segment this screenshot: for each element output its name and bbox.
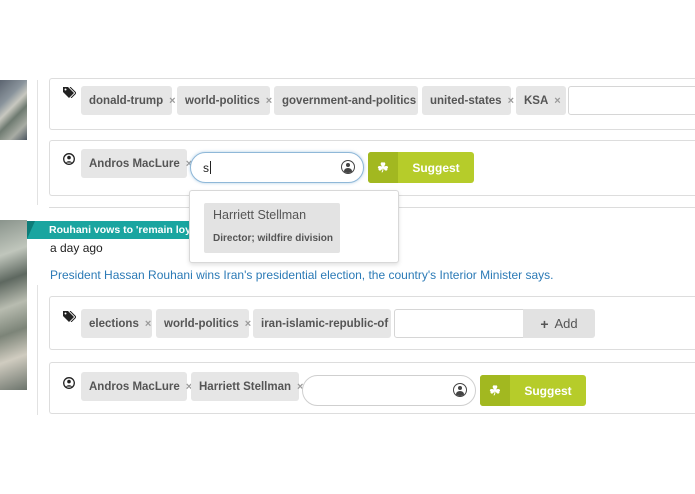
remove-tag-icon[interactable]: × <box>554 95 560 107</box>
option-role: Director; wildfire division <box>213 233 334 244</box>
divider <box>37 285 38 415</box>
suggest-label: Suggest <box>412 160 460 175</box>
text-caret <box>210 161 211 174</box>
suggest-button[interactable]: ☘ Suggest <box>368 152 474 183</box>
tag-icon <box>63 310 77 325</box>
tag-label: donald-trump <box>89 94 164 107</box>
person-autocomplete-dropdown: Harriett Stellman Director; wildfire div… <box>189 190 399 263</box>
suggest-label: Suggest <box>524 383 572 398</box>
tag-chip: world-politics × <box>156 309 251 338</box>
tag-label: iran-islamic-republic-of <box>261 317 389 330</box>
add-tag-button[interactable]: + Add <box>523 309 595 338</box>
tags-row: donald-trump × world-politics × governme… <box>49 78 695 130</box>
option-name: Harriett Stellman <box>213 208 307 222</box>
story-headline: Rouhani vows to 'remain loyal' <box>49 224 189 236</box>
tag-input[interactable] <box>568 86 695 115</box>
people-group-icon: ☘ <box>368 152 398 183</box>
person-search-value: s <box>203 160 209 175</box>
remove-tag-icon[interactable]: × <box>266 95 272 107</box>
plus-icon: + <box>540 315 549 332</box>
tag-label: world-politics <box>164 317 239 330</box>
tag-chip: world-politics × <box>177 86 272 115</box>
tag-label: world-politics <box>185 94 260 107</box>
person-label: Andros MacLure <box>89 157 180 170</box>
person-chip: Andros MacLure × <box>81 149 192 178</box>
divider <box>37 80 38 205</box>
tag-label: government-and-politics <box>282 94 417 107</box>
remove-tag-icon[interactable]: × <box>508 95 514 107</box>
tag-chip: iran-islamic-republic-of × <box>253 309 401 338</box>
remove-tag-icon[interactable]: × <box>169 95 175 107</box>
user-icon <box>453 383 467 397</box>
tag-label: united-states <box>430 94 502 107</box>
person-search-input[interactable] <box>302 375 476 406</box>
people-row: Andros MacLure × s ☘ Suggest <box>49 140 695 196</box>
people-row: Andros MacLure × Harriett Stellman × ☘ S… <box>49 362 695 414</box>
tag-chip: united-states × <box>422 86 514 115</box>
tag-chip: KSA × <box>516 86 566 115</box>
user-icon <box>63 377 75 392</box>
tags-row: elections × world-politics × iran-islami… <box>49 296 695 350</box>
story-time-ago: a day ago <box>50 241 103 255</box>
story-summary-link[interactable]: President Hassan Rouhani wins Iran's pre… <box>50 268 553 282</box>
person-chip: Andros MacLure × <box>81 372 192 401</box>
user-icon <box>341 160 355 174</box>
remove-tag-icon[interactable]: × <box>145 318 151 330</box>
tag-label: KSA <box>524 94 549 107</box>
person-search-input[interactable]: s <box>190 152 364 183</box>
suggest-button[interactable]: ☘ Suggest <box>480 375 586 406</box>
add-label: Add <box>554 316 578 331</box>
user-icon <box>63 153 75 168</box>
person-label: Andros MacLure <box>89 380 180 393</box>
story-headline-ribbon[interactable]: Rouhani vows to 'remain loyal' <box>27 221 189 239</box>
tag-icon <box>63 86 77 101</box>
tag-chip: elections × <box>81 309 152 338</box>
tag-input[interactable] <box>394 309 524 338</box>
story-thumbnail-image[interactable] <box>0 220 27 390</box>
remove-tag-icon[interactable]: × <box>245 318 251 330</box>
tag-chip: government-and-politics × <box>274 86 429 115</box>
story-thumbnail-image[interactable] <box>0 80 27 140</box>
person-chip: Harriett Stellman × <box>191 372 303 401</box>
people-group-icon: ☘ <box>480 375 510 406</box>
autocomplete-option[interactable]: Harriett Stellman Director; wildfire div… <box>204 203 340 253</box>
tag-label: elections <box>89 317 139 330</box>
page: donald-trump × world-politics × governme… <box>0 0 695 494</box>
tag-chip: donald-trump × <box>81 86 176 115</box>
person-label: Harriett Stellman <box>199 380 292 393</box>
